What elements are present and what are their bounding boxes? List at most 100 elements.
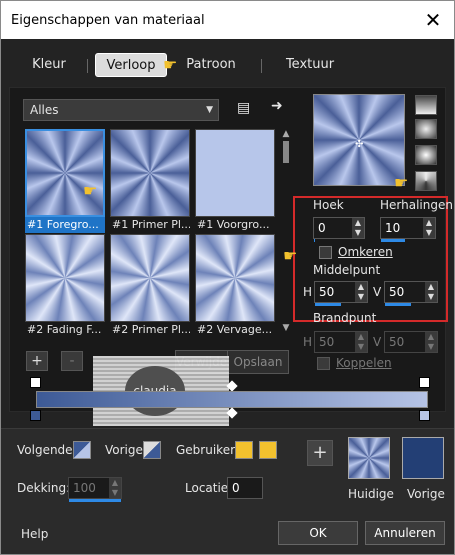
huidige-preview: [348, 437, 390, 479]
tab-kleur[interactable]: Kleur: [13, 53, 85, 77]
gradient-thumb[interactable]: #1 Primer Pl...: [110, 129, 190, 231]
locatie-value: 0: [232, 481, 240, 495]
opacity-stop-left[interactable]: [30, 377, 41, 388]
locatie-field[interactable]: 0: [227, 477, 263, 499]
herhalingen-slider[interactable]: [381, 239, 406, 242]
cancel-button[interactable]: Annuleren: [365, 521, 445, 545]
spinner-arrows-icon[interactable]: ▲ ▼: [352, 218, 364, 238]
gradient-caption: #1 Foregro...: [25, 217, 105, 233]
gradient-caption: #2 Vervage...: [197, 323, 273, 336]
tab-bar: Kleur Verloop Patroon Textuur ☛: [1, 53, 454, 81]
gradient-caption: #2 Primer Pl...: [112, 323, 190, 336]
gradient-thumb[interactable]: #1 Foregro... ☛: [25, 129, 105, 233]
gradient-preview: [25, 129, 105, 217]
hoek-value: 0: [318, 221, 326, 235]
tab-patroon[interactable]: Patroon: [173, 53, 249, 77]
brandpunt-h-spinner[interactable]: 50 ▲ ▼: [314, 331, 368, 353]
middelpunt-v-slider[interactable]: [385, 303, 411, 306]
hoek-slider[interactable]: [314, 239, 315, 242]
spinner-arrows-icon[interactable]: ▲ ▼: [425, 282, 437, 302]
vorige-swatch[interactable]: [143, 441, 161, 459]
middelpunt-v-label: V: [373, 285, 382, 299]
crosshair-icon[interactable]: ✣: [355, 139, 363, 150]
gradient-preview: [110, 129, 190, 217]
gradient-preview: [195, 234, 275, 322]
chevron-down-icon: ▼: [206, 105, 213, 115]
tab-divider: [261, 59, 262, 73]
scroll-thumb[interactable]: [283, 141, 289, 163]
spinner-arrows-icon[interactable]: ▲ ▼: [355, 282, 367, 302]
tab-divider: [87, 59, 88, 73]
window-title: Eigenschappen van materiaal: [11, 12, 205, 28]
color-stop-left[interactable]: [30, 410, 41, 421]
gebruiker-label: Gebruiker:: [176, 443, 239, 457]
add-to-swatches-button[interactable]: +: [307, 440, 333, 466]
gradient-thumb[interactable]: #2 Vervage...: [195, 234, 275, 336]
herhalingen-spinner[interactable]: 10 ▲ ▼: [380, 217, 436, 242]
save-button[interactable]: Opslaan: [227, 350, 289, 374]
volgende-swatch[interactable]: [73, 441, 91, 459]
style-linear-button[interactable]: [415, 95, 437, 115]
brandpunt-h-label: H: [303, 335, 313, 349]
library-icon[interactable]: ▤: [237, 100, 250, 116]
vorige-preview-label: Vorige: [407, 487, 445, 501]
spinner-arrows-icon[interactable]: ▲ ▼: [423, 218, 435, 238]
herhalingen-value: 10: [385, 221, 401, 235]
spinner-arrows-icon[interactable]: ▲ ▼: [109, 478, 121, 498]
style-rectangular-button[interactable]: [415, 119, 437, 139]
koppelen-checkbox[interactable]: [317, 357, 330, 370]
vorige-label: Vorige:: [105, 443, 147, 457]
spinner-arrows-icon[interactable]: ▲ ▼: [425, 332, 437, 352]
scroll-up-icon[interactable]: ▲: [280, 129, 292, 139]
gebruiker-swatch-2[interactable]: [259, 441, 277, 459]
gradient-caption: #1 Primer Pl...: [112, 218, 190, 231]
category-dropdown[interactable]: Alles ▼: [23, 99, 219, 121]
scroll-down-icon[interactable]: ▼: [280, 323, 292, 333]
help-link[interactable]: Help: [21, 527, 48, 541]
pointer-hand-icon: ☛: [163, 55, 178, 74]
gallery-scrollbar[interactable]: ▲ ▼: [280, 129, 292, 333]
spinner-arrows-icon[interactable]: ▲ ▼: [355, 332, 367, 352]
dekking-label: Dekking:: [17, 481, 71, 495]
gradient-caption: #1 Voorgro...: [197, 218, 270, 231]
middelpunt-h-value: 50: [319, 285, 335, 299]
dekking-slider[interactable]: [69, 499, 121, 502]
tab-verloop[interactable]: Verloop: [95, 53, 167, 77]
gradient-thumb[interactable]: #2 Fading F...: [25, 234, 105, 336]
opacity-stop-right[interactable]: [419, 377, 430, 388]
pointer-hand-icon: ☛: [83, 181, 98, 200]
vorige-preview[interactable]: [402, 437, 444, 479]
style-sunburst-button[interactable]: [415, 145, 437, 165]
arrow-right-icon[interactable]: ➜: [271, 98, 283, 114]
omkeren-label[interactable]: Omkeren: [338, 245, 393, 259]
koppelen-label[interactable]: Koppelen: [336, 356, 392, 370]
hoek-spinner[interactable]: 0 ▲ ▼: [313, 217, 365, 242]
volgende-label: Volgende:: [17, 443, 77, 457]
tab-textuur[interactable]: Textuur: [273, 53, 347, 77]
gradient-preview: [195, 129, 275, 217]
hoek-label: Hoek: [313, 198, 344, 212]
gradient-thumb[interactable]: #2 Primer Pl...: [110, 234, 190, 336]
middelpunt-h-slider[interactable]: [315, 303, 341, 306]
middelpunt-label: Middelpunt: [313, 263, 381, 277]
middelpunt-h-spinner[interactable]: 50 ▲ ▼: [314, 281, 368, 306]
dekking-spinner[interactable]: 100 ▲ ▼: [68, 477, 122, 502]
gradient-caption: #2 Fading F...: [27, 323, 102, 336]
locatie-label: Locatie:: [185, 481, 233, 495]
color-stop-right[interactable]: [419, 410, 430, 421]
middelpunt-v-spinner[interactable]: 50 ▲ ▼: [384, 281, 438, 306]
gradient-preview: [25, 234, 105, 322]
ok-button[interactable]: OK: [278, 521, 358, 545]
dekking-value: 100: [73, 481, 96, 495]
brandpunt-label: Brandpunt: [313, 311, 377, 325]
add-stop-button[interactable]: +: [26, 351, 48, 371]
style-radial-button[interactable]: [415, 171, 437, 191]
close-icon[interactable]: ✕: [420, 8, 446, 32]
brandpunt-v-spinner[interactable]: 50 ▲ ▼: [384, 331, 438, 353]
gradient-thumb[interactable]: #1 Voorgro...: [195, 129, 275, 231]
gradient-bar[interactable]: [36, 391, 428, 408]
category-value: Alles: [30, 103, 59, 117]
omkeren-checkbox[interactable]: [319, 246, 332, 259]
gebruiker-swatch-1[interactable]: [235, 441, 253, 459]
remove-stop-button[interactable]: -: [61, 351, 83, 371]
